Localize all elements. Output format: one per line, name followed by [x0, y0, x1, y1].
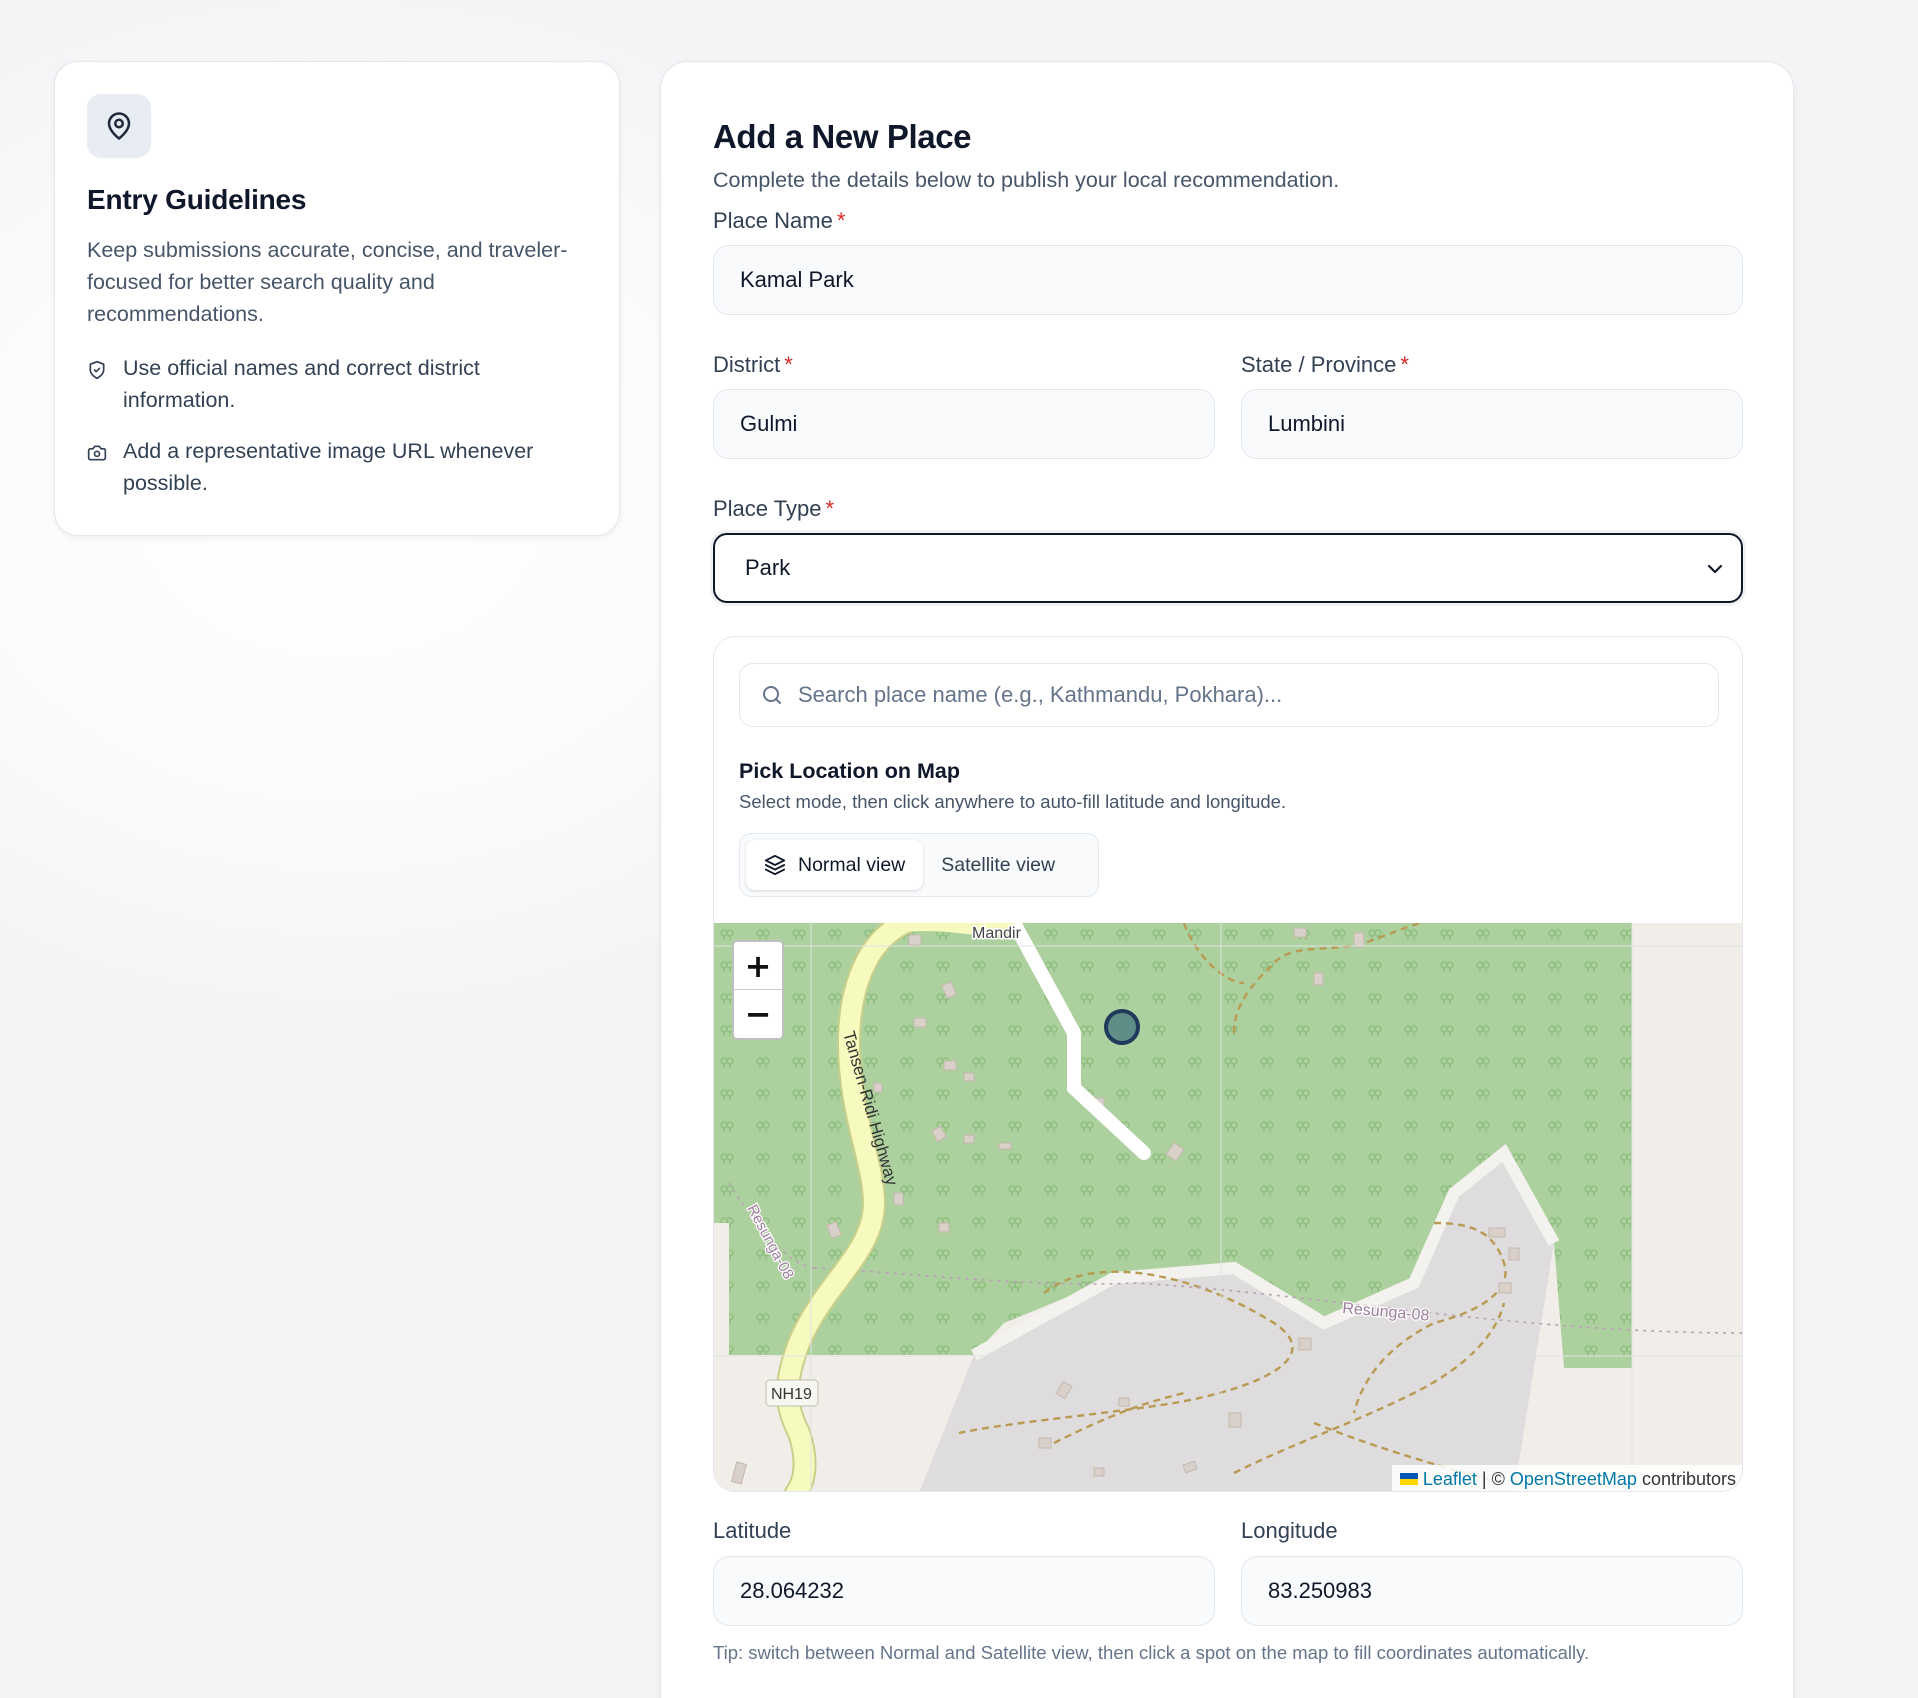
shield-check-icon	[87, 357, 109, 416]
place-name-input[interactable]: Kamal Park	[713, 245, 1743, 315]
form-subtitle: Complete the details below to publish yo…	[713, 168, 1340, 192]
map-pin-icon-box	[87, 94, 151, 158]
normal-view-button[interactable]: Normal view	[746, 840, 924, 890]
guidelines-card: Entry Guidelines Keep submissions accura…	[54, 61, 620, 536]
guidelines-title: Entry Guidelines	[87, 184, 307, 215]
map-search-input[interactable]	[798, 682, 1718, 708]
map-search-box[interactable]	[739, 663, 1719, 727]
place-name-label: Place Name *	[713, 208, 846, 233]
map-canvas[interactable]: Mandir Tansen-Ridi Highway Resunga-08 Re…	[714, 923, 1742, 1491]
required-mark: *	[784, 352, 793, 377]
selected-location-marker	[1104, 1009, 1140, 1045]
longitude-input[interactable]: 83.250983	[1241, 1556, 1743, 1626]
satellite-view-button[interactable]: Satellite view	[923, 840, 1073, 890]
state-label: State / Province *	[1241, 352, 1409, 377]
ukraine-flag-icon	[1399, 1473, 1418, 1485]
map-picker-panel: Pick Location on Map Select mode, then c…	[713, 636, 1743, 1492]
place-type-select[interactable]: Park	[713, 533, 1743, 603]
camera-icon	[87, 440, 109, 499]
zoom-out-button[interactable]: −	[734, 990, 782, 1038]
state-input[interactable]: Lumbini	[1241, 389, 1743, 459]
leaflet-link[interactable]: Leaflet	[1423, 1469, 1477, 1490]
form-title: Add a New Place	[713, 118, 972, 155]
openstreetmap-link[interactable]: OpenStreetMap	[1510, 1469, 1637, 1490]
zoom-in-button[interactable]: +	[734, 942, 782, 990]
chevron-down-icon	[1707, 564, 1723, 574]
place-type-label: Place Type *	[713, 496, 835, 521]
map-label-nh: NH19	[771, 1386, 812, 1403]
map-tiles: Mandir Tansen-Ridi Highway Resunga-08 Re…	[714, 923, 1742, 1491]
zoom-control: + −	[732, 940, 784, 1040]
district-input[interactable]: Gulmi	[713, 389, 1215, 459]
add-place-form: Add a New Place Complete the details bel…	[660, 61, 1794, 1698]
pick-location-subtitle: Select mode, then click anywhere to auto…	[739, 791, 1287, 812]
map-pin-icon	[107, 112, 131, 140]
map-mode-toggle: Normal view Satellite view	[739, 833, 1099, 897]
required-mark: *	[836, 208, 846, 233]
pick-location-title: Pick Location on Map	[739, 759, 960, 783]
required-mark: *	[1400, 352, 1409, 377]
guideline-text: Add a representative image URL whenever …	[123, 439, 534, 495]
guideline-item: Add a representative image URL whenever …	[87, 435, 587, 499]
required-mark: *	[825, 496, 835, 521]
attribution-contributors: contributors	[1641, 1468, 1736, 1489]
guidelines-description: Keep submissions accurate, concise, and …	[87, 238, 568, 326]
district-label: District *	[713, 352, 793, 377]
map-label-mandir: Mandir	[972, 925, 1022, 942]
guidelines-list: Use official names and correct district …	[87, 352, 587, 499]
normal-view-label: Normal view	[798, 853, 906, 876]
latitude-label: Latitude	[713, 1518, 792, 1543]
guideline-text: Use official names and correct district …	[123, 356, 480, 412]
satellite-view-label: Satellite view	[941, 853, 1056, 876]
search-icon	[763, 686, 781, 704]
latitude-input[interactable]: 28.064232	[713, 1556, 1215, 1626]
map-tip: Tip: switch between Normal and Satellite…	[713, 1642, 1590, 1663]
attribution-separator: | ©	[1481, 1468, 1505, 1489]
longitude-label: Longitude	[1241, 1518, 1338, 1543]
map-attribution: Leaflet | © OpenStreetMap contributors	[1391, 1465, 1742, 1491]
guideline-item: Use official names and correct district …	[87, 352, 587, 416]
place-type-value: Park	[745, 555, 791, 580]
layers-icon	[764, 854, 786, 876]
